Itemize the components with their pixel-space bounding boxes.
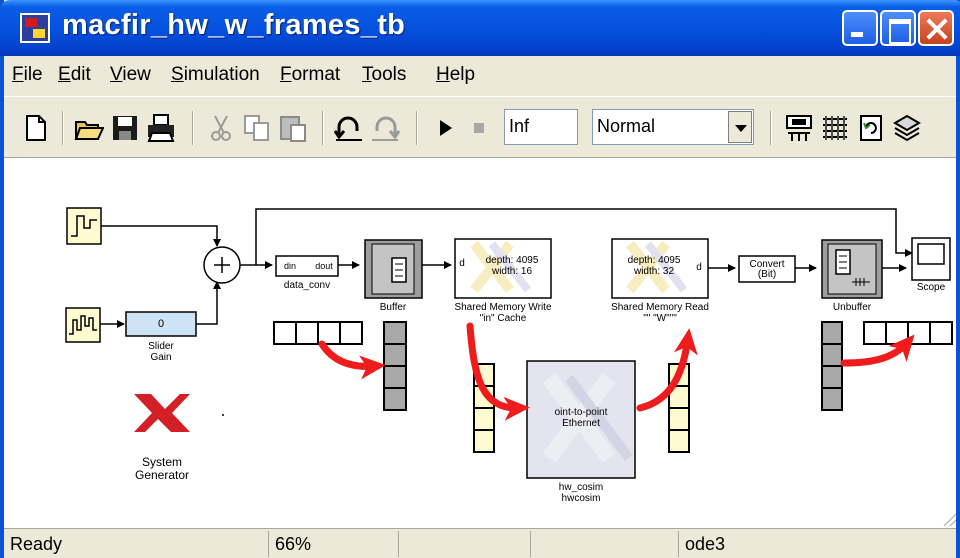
smr-label-line1: Shared Memory Read <box>611 302 709 313</box>
menu-help[interactable]: Help <box>436 64 475 86</box>
data-conv-input-port: din <box>283 261 296 271</box>
toolbar: Inf Normal <box>4 96 956 158</box>
cosim-label-line1: oint-to-point <box>554 407 608 418</box>
simulation-mode-select[interactable]: Normal <box>592 109 754 145</box>
status-pane-3 <box>398 531 530 557</box>
unbuffer-label: Unbuffer <box>832 302 872 313</box>
system-generator-line2: Generator <box>134 468 190 482</box>
flow-arrow <box>840 334 915 367</box>
noise-source-block[interactable] <box>65 307 101 343</box>
update-icon[interactable] <box>856 113 886 143</box>
cosim-label-line2: Ethernet <box>562 418 600 429</box>
menu-bar: File Edit View Simulation Format Tools H… <box>4 56 956 96</box>
simulink-window: macfir_hw_w_frames_tb File Edit View Sim… <box>0 0 960 558</box>
smr-depth: depth: 4095 <box>627 255 681 266</box>
start-icon[interactable] <box>430 113 460 143</box>
debug-icon[interactable] <box>892 113 922 143</box>
toolbar-separator <box>62 111 64 145</box>
buffer-frame-cells <box>383 321 407 411</box>
window-title: macfir_hw_w_frames_tb <box>62 9 406 41</box>
convert-label-line2: (Bit) <box>757 269 777 280</box>
dropdown-arrow-icon[interactable] <box>728 111 752 143</box>
xilinx-logo <box>134 394 190 432</box>
status-state: Ready <box>10 534 63 554</box>
new-icon[interactable] <box>20 113 50 143</box>
simulink-app-icon[interactable] <box>20 13 50 43</box>
close-button[interactable] <box>918 10 954 46</box>
stop-icon[interactable] <box>464 113 494 143</box>
maximize-button[interactable] <box>880 10 916 46</box>
open-icon[interactable] <box>74 113 104 143</box>
toolbar-separator <box>322 111 324 145</box>
toolbar-separator <box>770 111 772 145</box>
data-conv-output-port: dout <box>315 261 333 271</box>
hw-cosim-label-line2: hwcosim <box>561 493 601 504</box>
status-pane-4 <box>530 531 678 557</box>
menu-view[interactable]: View <box>110 64 151 86</box>
save-icon[interactable] <box>110 113 140 143</box>
data-conv-label: data_conv <box>283 280 331 291</box>
smw-width: width: 16 <box>491 266 533 277</box>
toolbar-separator <box>192 111 194 145</box>
stop-time-input[interactable]: Inf <box>504 109 578 145</box>
model-canvas[interactable]: 0 Slider Gain din dout data_conv Buffer … <box>4 158 956 528</box>
slider-value: 0 <box>157 318 165 330</box>
menu-tools[interactable]: Tools <box>362 64 406 86</box>
library-icon[interactable] <box>820 113 850 143</box>
undo-icon[interactable] <box>334 113 364 143</box>
scope-label: Scope <box>916 282 946 293</box>
menu-simulation[interactable]: Simulation <box>171 64 260 86</box>
copy-icon[interactable] <box>242 113 272 143</box>
flow-arrow <box>318 340 386 380</box>
status-bar: Ready 66% ode3 <box>4 528 956 558</box>
buffer-label: Buffer <box>379 302 407 313</box>
slider-label-line2: Gain <box>150 352 172 363</box>
redo-icon[interactable] <box>370 113 400 143</box>
menu-format[interactable]: Format <box>280 64 340 86</box>
smr-label-line2: "" "W""" <box>643 313 677 324</box>
status-zoom: 66% <box>268 531 398 557</box>
simulation-mode-value: Normal <box>597 116 656 136</box>
slider-label-line1: Slider <box>148 341 174 352</box>
toolbar-separator <box>416 111 418 145</box>
build-icon[interactable] <box>784 113 814 143</box>
smr-width: width: 32 <box>633 266 675 277</box>
menu-edit[interactable]: Edit <box>58 64 91 86</box>
smw-input-port: d <box>459 258 465 269</box>
minimize-button[interactable] <box>842 10 878 46</box>
smw-label-line2: "in" Cache <box>479 313 527 324</box>
hw-cosim-label-line1: hw_cosim <box>558 482 604 493</box>
unbuffer-frame-cells <box>821 321 843 411</box>
paste-icon[interactable] <box>278 113 308 143</box>
print-icon[interactable] <box>146 113 176 143</box>
menu-file[interactable]: File <box>12 64 43 86</box>
input-frame-cells <box>273 321 363 345</box>
smr-output-port: d <box>696 262 702 273</box>
smw-depth: depth: 4095 <box>485 255 539 266</box>
status-solver: ode3 <box>678 531 956 557</box>
smw-label-line1: Shared Memory Write <box>454 302 552 313</box>
cut-icon[interactable] <box>206 113 236 143</box>
title-bar[interactable]: macfir_hw_w_frames_tb <box>0 0 960 56</box>
